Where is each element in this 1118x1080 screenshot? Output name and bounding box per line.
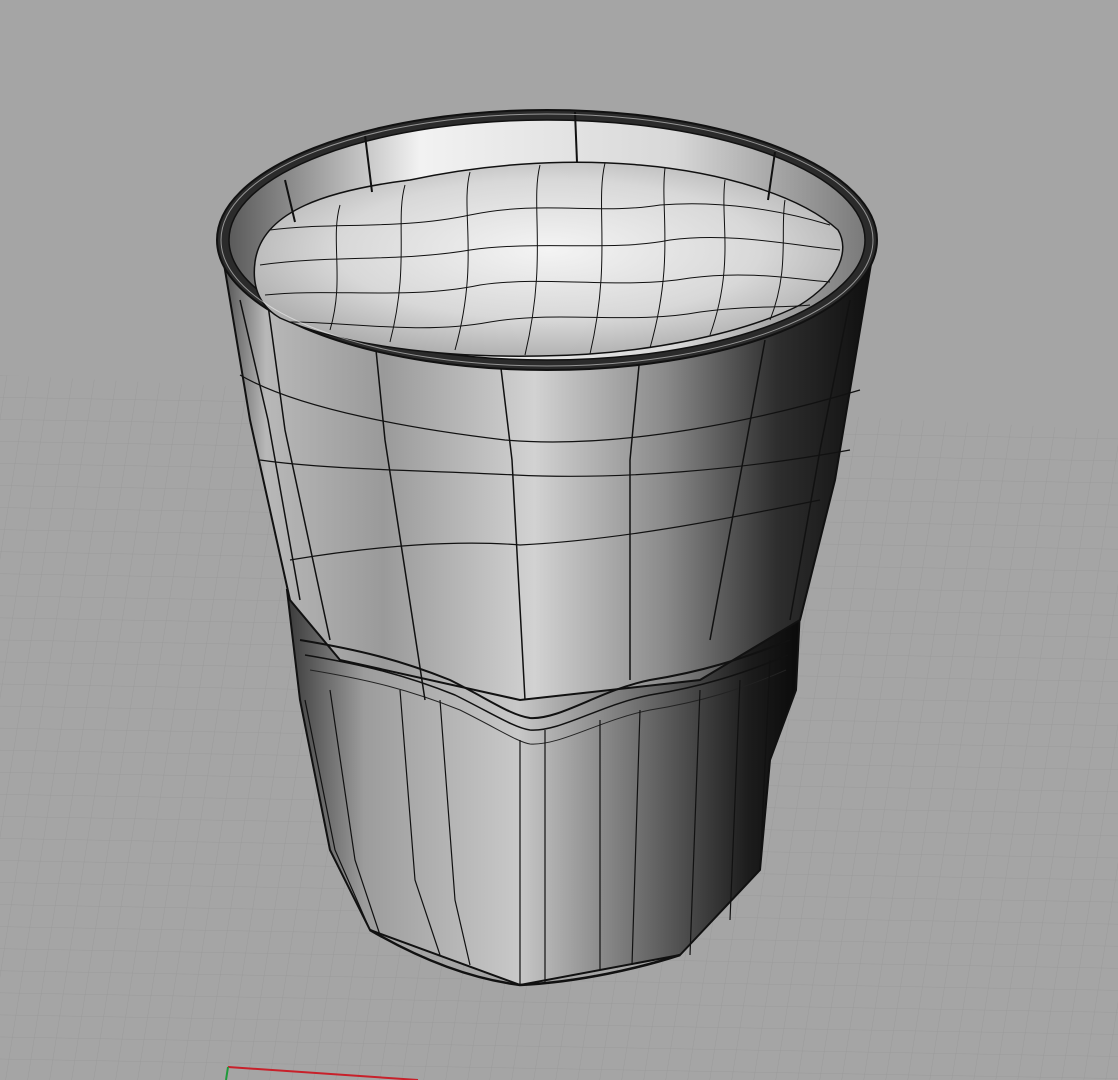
viewport-canvas[interactable] xyxy=(0,0,1118,1080)
perspective-viewport[interactable] xyxy=(0,0,1118,1080)
